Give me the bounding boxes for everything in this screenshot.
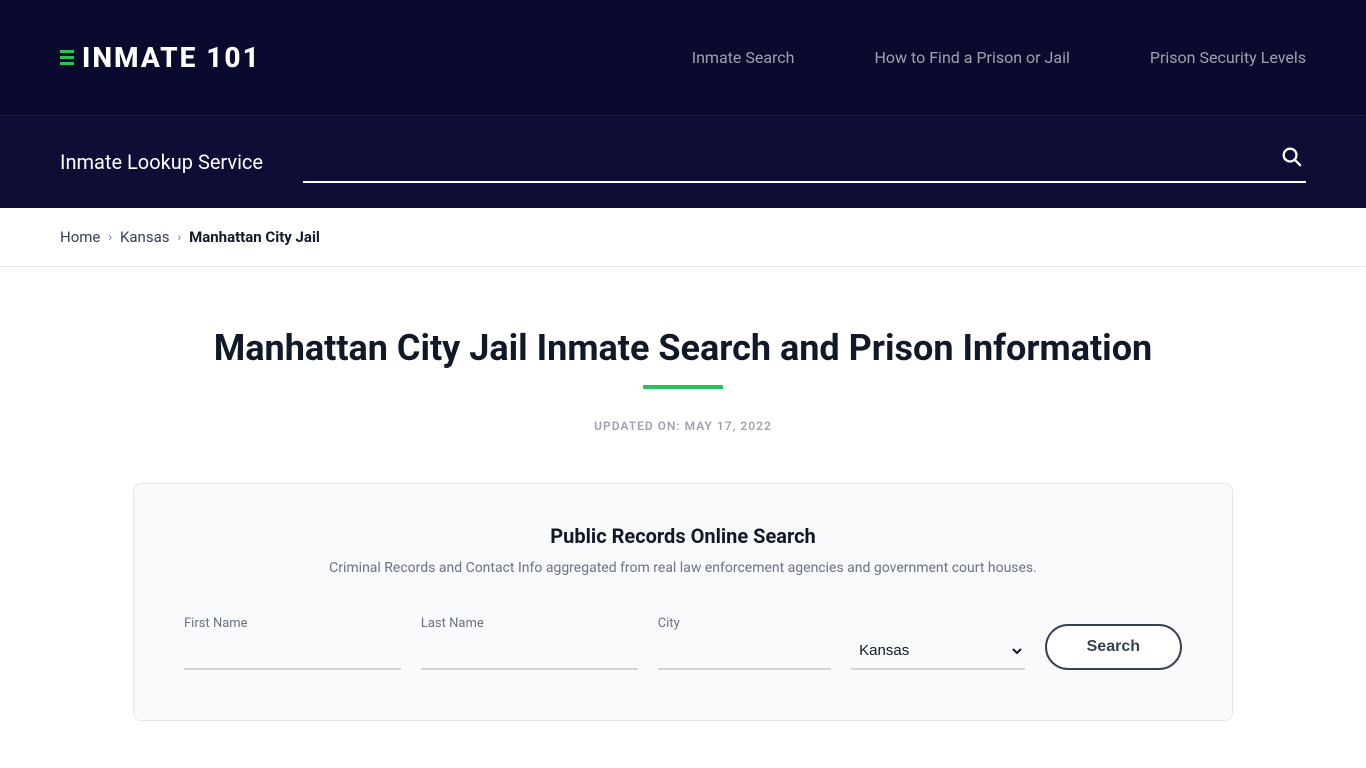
city-label: City <box>658 616 831 631</box>
top-navigation: INMATE 101 Inmate Search How to Find a P… <box>0 0 1366 115</box>
state-group: AlabamaAlaskaArizonaArkansasCaliforniaCo… <box>851 633 1024 670</box>
nav-security-levels[interactable]: Prison Security Levels <box>1150 48 1306 67</box>
search-input[interactable] <box>303 150 1276 168</box>
search-form: First Name Last Name City AlabamaAlaskaA… <box>184 616 1182 670</box>
logo-text: INMATE 101 <box>82 41 261 74</box>
card-title: Public Records Online Search <box>184 524 1182 548</box>
card-description: Criminal Records and Contact Info aggreg… <box>184 560 1182 576</box>
page-title: Manhattan City Jail Inmate Search and Pr… <box>60 327 1306 369</box>
state-select[interactable]: AlabamaAlaskaArizonaArkansasCaliforniaCo… <box>851 633 1024 670</box>
last-name-label: Last Name <box>421 616 638 631</box>
logo[interactable]: INMATE 101 <box>60 41 261 74</box>
breadcrumb-current: Manhattan City Jail <box>189 228 320 246</box>
updated-text: UPDATED ON: MAY 17, 2022 <box>60 419 1306 433</box>
search-button[interactable]: Search <box>1045 624 1182 670</box>
nav-inmate-search[interactable]: Inmate Search <box>692 48 795 67</box>
breadcrumb-kansas[interactable]: Kansas <box>120 228 170 246</box>
last-name-group: Last Name <box>421 616 638 670</box>
search-icon <box>1280 145 1302 167</box>
breadcrumb-home[interactable]: Home <box>60 228 100 246</box>
title-underline <box>643 385 723 389</box>
nav-find-prison[interactable]: How to Find a Prison or Jail <box>875 48 1070 67</box>
first-name-group: First Name <box>184 616 401 670</box>
first-name-input[interactable] <box>184 635 401 670</box>
nav-links-container: Inmate Search How to Find a Prison or Ja… <box>692 48 1306 67</box>
search-icon-button[interactable] <box>1276 141 1306 177</box>
breadcrumb: Home › Kansas › Manhattan City Jail <box>60 228 1306 246</box>
breadcrumb-chevron-1: › <box>108 230 112 244</box>
city-input[interactable] <box>658 635 831 670</box>
first-name-label: First Name <box>184 616 401 631</box>
breadcrumb-chevron-2: › <box>177 230 181 244</box>
logo-bars-icon <box>60 50 74 65</box>
search-card: Public Records Online Search Criminal Re… <box>133 483 1233 721</box>
search-input-wrapper <box>303 141 1306 183</box>
main-content: Manhattan City Jail Inmate Search and Pr… <box>0 267 1366 761</box>
search-bar-label: Inmate Lookup Service <box>60 150 263 174</box>
last-name-input[interactable] <box>421 635 638 670</box>
city-group: City <box>658 616 831 670</box>
breadcrumb-section: Home › Kansas › Manhattan City Jail <box>0 208 1366 267</box>
search-bar-section: Inmate Lookup Service <box>0 115 1366 208</box>
